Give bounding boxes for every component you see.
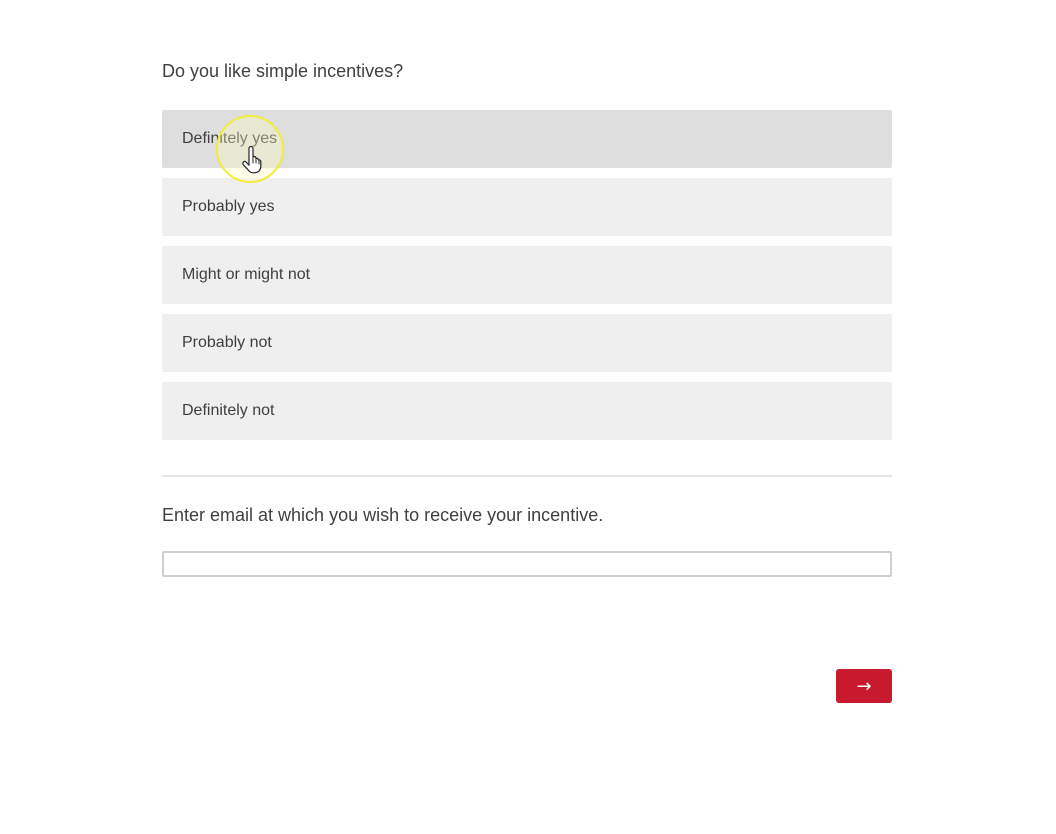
choice-definitely-not[interactable]: Definitely not: [162, 382, 892, 440]
choice-definitely-yes[interactable]: Definitely yes: [162, 110, 892, 168]
choice-label: Might or might not: [182, 266, 311, 283]
choice-label: Definitely yes: [182, 130, 278, 147]
section-divider: [162, 475, 892, 477]
choice-label: Probably not: [182, 334, 272, 351]
choice-list: Definitely yes Probably yes Might or mig…: [162, 110, 892, 450]
choice-might-or-might-not[interactable]: Might or might not: [162, 246, 892, 304]
next-button[interactable]: →: [836, 669, 892, 703]
choice-probably-yes[interactable]: Probably yes: [162, 178, 892, 236]
arrow-right-icon: →: [856, 675, 872, 697]
choice-label: Definitely not: [182, 402, 275, 419]
choice-label: Probably yes: [182, 198, 275, 215]
email-question-text: Enter email at which you wish to receive…: [162, 505, 604, 525]
email-field[interactable]: [162, 551, 892, 577]
choice-probably-not[interactable]: Probably not: [162, 314, 892, 372]
survey-page: Do you like simple incentives? Definitel…: [0, 0, 1056, 834]
question-text: Do you like simple incentives?: [162, 61, 404, 81]
